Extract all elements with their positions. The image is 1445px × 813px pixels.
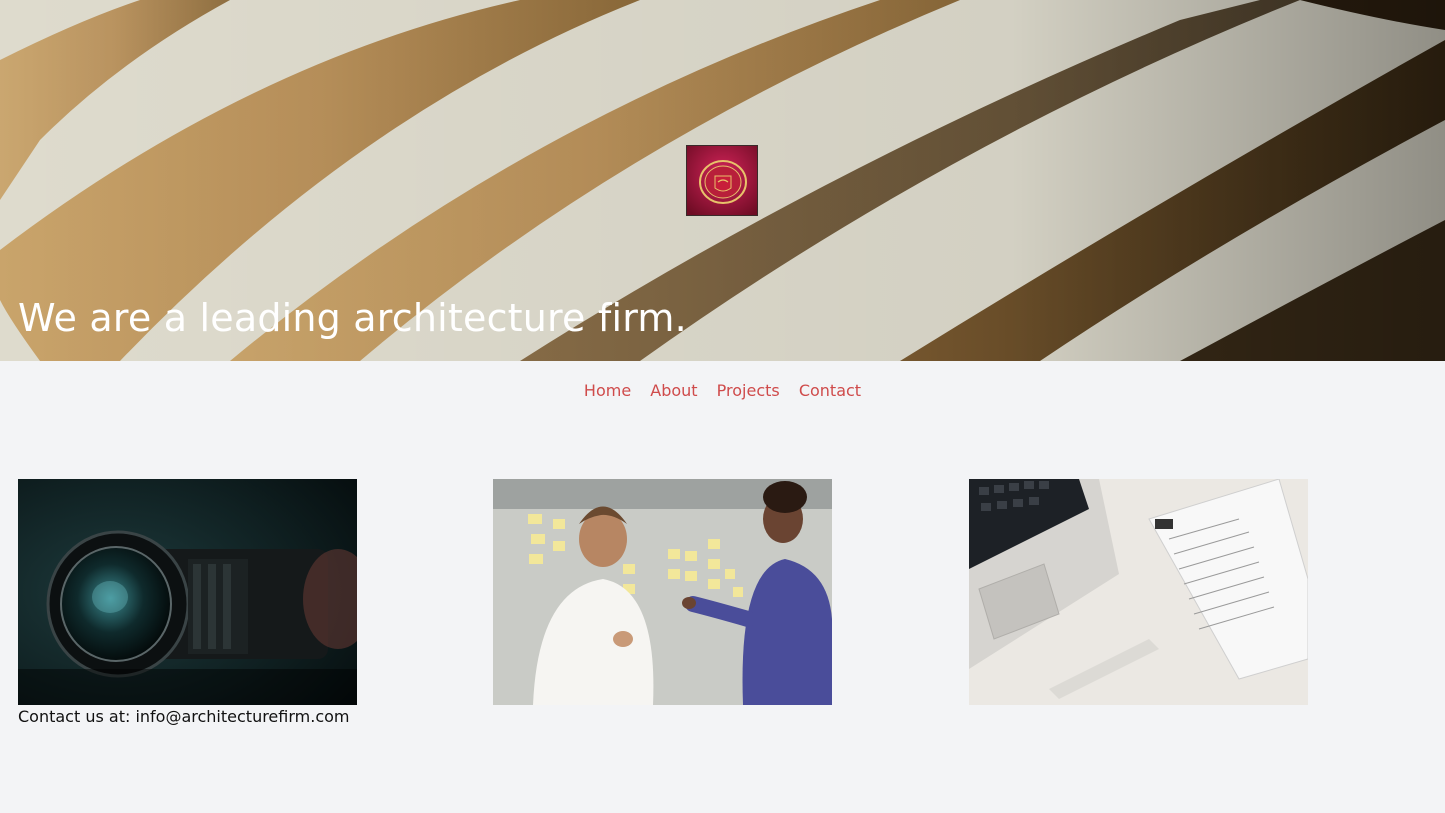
nav-link-about[interactable]: About (650, 381, 697, 400)
team-sticky-notes-image (493, 479, 832, 705)
logo[interactable] (686, 145, 758, 216)
nav-link-home[interactable]: Home (584, 381, 631, 400)
hero-banner: We are a leading architecture firm. (0, 0, 1445, 361)
main-nav: Home About Projects Contact (0, 381, 1445, 400)
nav-link-projects[interactable]: Projects (717, 381, 780, 400)
hero-title: We are a leading architecture firm. (18, 296, 687, 340)
crest-logo-icon (687, 146, 757, 215)
contact-info: Contact us at: info@architecturefirm.com (18, 707, 350, 726)
laptop-notebook-image (969, 479, 1308, 705)
nav-link-contact[interactable]: Contact (799, 381, 861, 400)
camera-lens-image (18, 479, 357, 705)
